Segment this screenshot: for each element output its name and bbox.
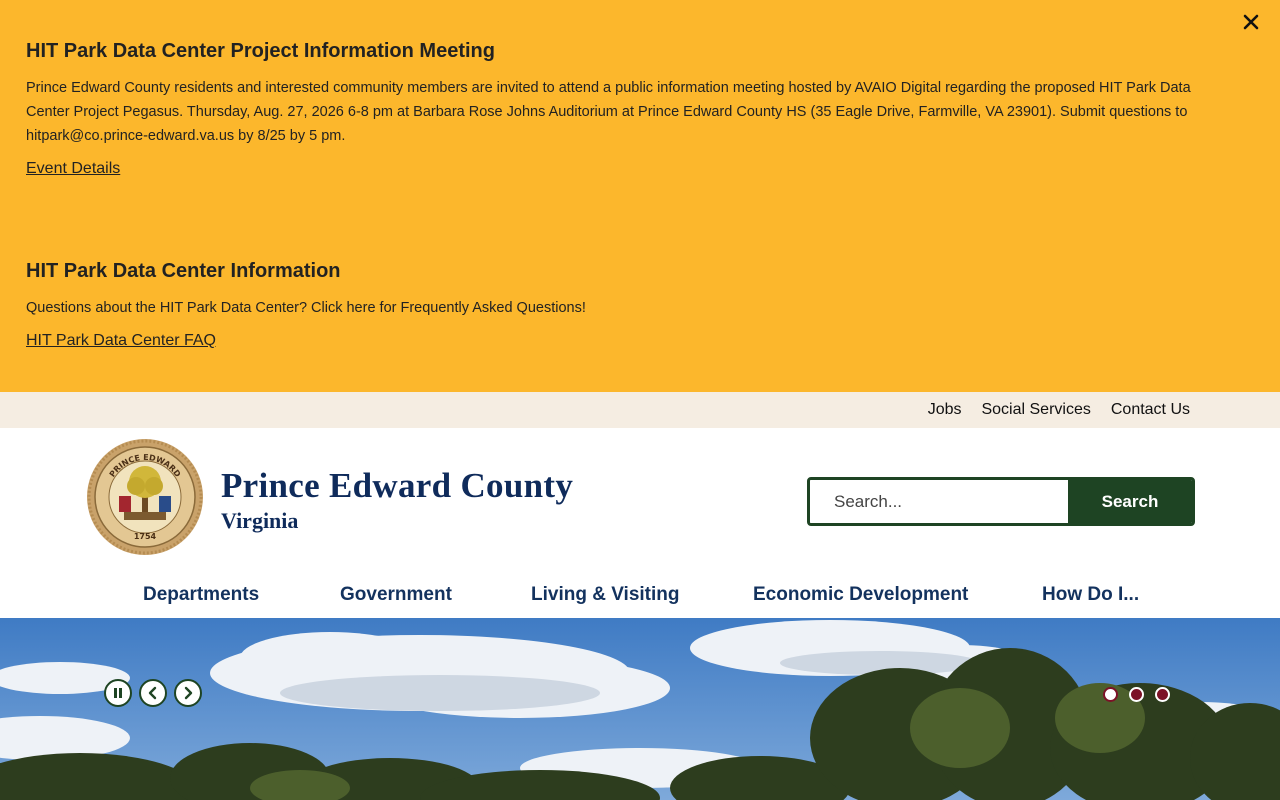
nav-departments[interactable]: Departments [143,584,259,606]
search-form: Search [807,477,1195,526]
county-seal-logo: PRINCE EDWARD 1754 [87,439,203,555]
search-button[interactable]: Search [1068,480,1192,523]
hero-image [0,618,1280,800]
close-icon [1243,14,1259,29]
site-title[interactable]: Prince Edward County [221,466,573,506]
alert-body: Questions about the HIT Park Data Center… [26,300,586,316]
alert-close-button[interactable] [1238,10,1264,36]
site-header: PRINCE EDWARD 1754 Prince Edward County … [0,428,1280,618]
alert-title: HIT Park Data Center Information [26,260,341,282]
pause-icon [114,688,122,698]
alert-title: HIT Park Data Center Project Information… [26,40,495,62]
faq-link[interactable]: HIT Park Data Center FAQ [26,330,216,352]
slide-dot-2[interactable] [1129,687,1144,702]
main-nav: Departments Government Living & Visiting… [0,574,1280,614]
site-subtitle: Virginia [221,508,299,533]
nav-economic-development[interactable]: Economic Development [753,584,968,606]
slideshow-pause-button[interactable] [104,679,132,707]
chevron-right-icon [184,686,193,700]
slideshow-next-button[interactable] [174,679,202,707]
seal-year: 1754 [134,532,157,541]
nav-government[interactable]: Government [340,584,452,606]
event-details-link[interactable]: Event Details [26,158,120,180]
alert-body: Prince Edward County residents and inter… [26,80,1191,144]
alert-banner: HIT Park Data Center Project Information… [0,0,1280,392]
slideshow-prev-button[interactable] [139,679,167,707]
utility-link-contact-us[interactable]: Contact Us [1111,401,1190,419]
utility-bar: Jobs Social Services Contact Us [0,392,1280,428]
alert-item: HIT Park Data Center Information Questio… [26,258,1226,352]
hero-slideshow [0,618,1280,800]
alert-item: HIT Park Data Center Project Information… [26,38,1226,180]
slide-dot-1[interactable] [1103,687,1118,702]
utility-link-jobs[interactable]: Jobs [928,401,962,419]
search-input[interactable] [810,480,1068,523]
nav-how-do-i[interactable]: How Do I... [1042,584,1139,606]
slide-dot-3[interactable] [1155,687,1170,702]
utility-link-social-services[interactable]: Social Services [981,401,1090,419]
nav-living-visiting[interactable]: Living & Visiting [531,584,680,606]
chevron-left-icon [148,686,157,700]
